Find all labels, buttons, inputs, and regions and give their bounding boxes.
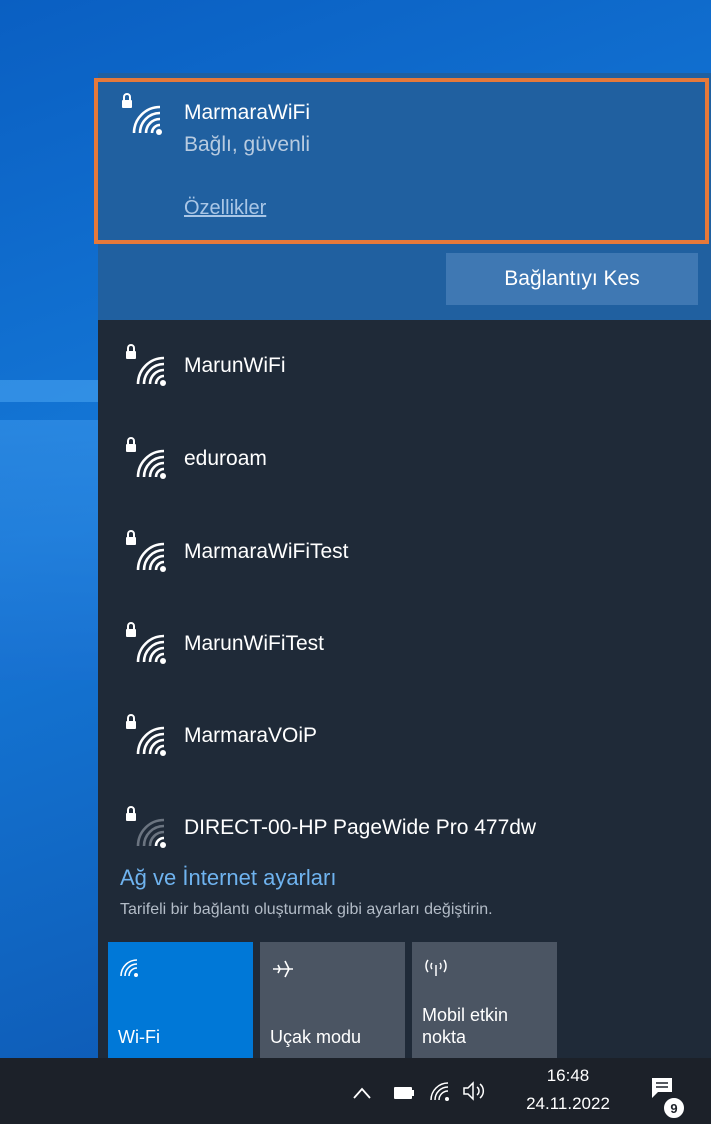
hotspot-tile-label: Mobil etkin nokta [422, 1004, 508, 1048]
network-name: MarunWiFiTest [184, 632, 325, 655]
airplane-tile-label: Uçak modu [270, 1027, 362, 1047]
airplane-mode-tile[interactable]: Uçak modu [260, 942, 405, 1058]
speaker-icon[interactable] [462, 1080, 488, 1102]
battery-icon[interactable] [393, 1086, 415, 1100]
mobile-hotspot-icon [425, 959, 447, 976]
network-item-marunwifitest[interactable]: MarunWiFiTest [98, 598, 711, 690]
clock-date[interactable]: 24.11.2022 [516, 1094, 620, 1114]
network-settings-link[interactable]: Ağ ve İnternet ayarları [120, 865, 336, 891]
network-name: MarunWiFi [184, 354, 286, 377]
secured-wifi-icon [126, 344, 166, 386]
network-name: eduroam [184, 447, 267, 470]
secured-wifi-icon [126, 714, 166, 756]
network-item-marmaravoip[interactable]: MarmaraVOiP [98, 690, 711, 782]
network-flyout: MarmaraWiFi Bağlı, güvenli Özellikler Ba… [94, 73, 711, 1058]
selection-highlight [94, 78, 709, 244]
airplane-icon [273, 960, 293, 978]
wifi-tray-icon[interactable] [428, 1080, 452, 1102]
network-item-eduroam[interactable]: eduroam [98, 413, 711, 505]
wifi-icon [120, 959, 138, 977]
network-item-direct-hp[interactable]: DIRECT-00-HP PageWide Pro 477dw [98, 782, 711, 874]
secured-wifi-icon [126, 530, 166, 572]
network-name: DIRECT-00-HP PageWide Pro 477dw [184, 816, 537, 839]
disconnect-button[interactable]: Bağlantıyı Kes [446, 253, 698, 305]
network-name: MarmaraWiFiTest [184, 540, 349, 563]
notification-count-badge: 9 [662, 1096, 686, 1120]
network-name: MarmaraVOiP [184, 724, 318, 747]
chevron-up-icon[interactable] [352, 1086, 372, 1100]
wifi-tile-label: Wi-Fi [118, 1027, 160, 1047]
secured-weak-wifi-icon [126, 806, 166, 848]
taskbar: 16:48 24.11.2022 9 [0, 1058, 711, 1124]
secured-wifi-icon [126, 622, 166, 664]
hotspot-label-line1: Mobil etkin [422, 1005, 509, 1025]
hotspot-label-line2: nokta [422, 1027, 467, 1047]
network-item-marmarawifitest[interactable]: MarmaraWiFiTest [98, 506, 711, 598]
wifi-toggle-tile[interactable]: Wi-Fi [108, 942, 253, 1058]
network-settings-description: Tarifeli bir bağlantı oluşturmak gibi ay… [120, 901, 493, 918]
secured-wifi-icon [126, 437, 166, 479]
mobile-hotspot-tile[interactable]: Mobil etkin nokta [412, 942, 557, 1058]
network-item-marunwifi[interactable]: MarunWiFi [98, 320, 711, 412]
clock-time[interactable]: 16:48 [516, 1066, 620, 1086]
